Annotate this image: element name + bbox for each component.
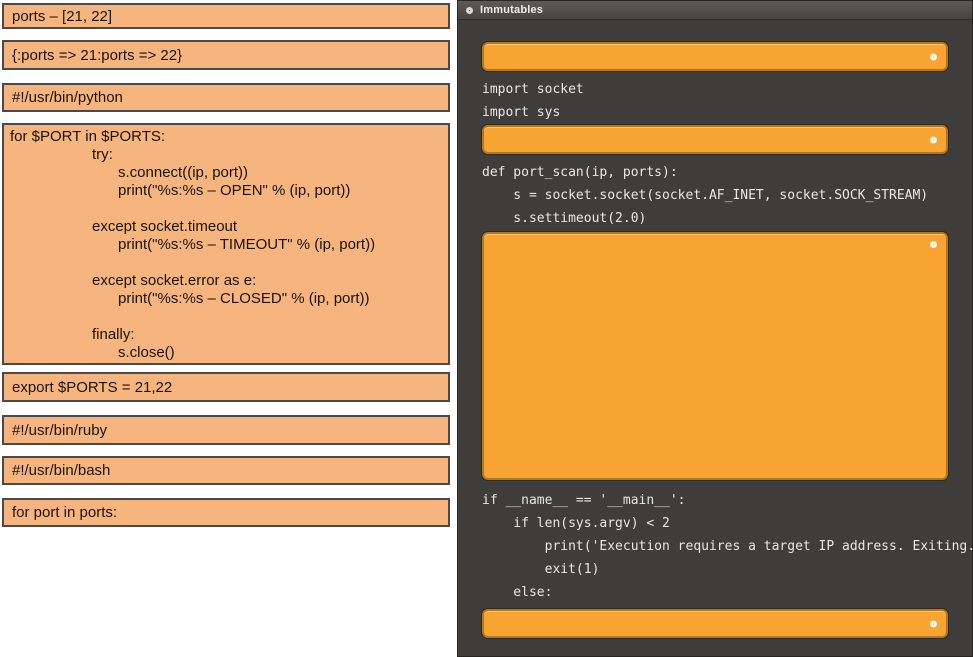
drag-token-shebang-bash[interactable]: #!/usr/bin/bash (2, 456, 450, 485)
blank-line (4, 254, 448, 272)
dropzone-target-icon (930, 53, 937, 60)
code-line-if-name-main: if __name__ == '__main__': (482, 489, 948, 512)
dropzone-target-icon (930, 620, 937, 627)
blank-line (4, 308, 448, 326)
drag-token-for-port[interactable]: for port in ports: (2, 498, 450, 527)
code-line: try: (4, 146, 448, 164)
drag-token-export-ports[interactable]: export $PORTS = 21,22 (2, 372, 450, 402)
code-line: except socket.error as e: (4, 272, 448, 290)
drag-token-shebang-ruby[interactable]: #!/usr/bin/ruby (2, 415, 450, 445)
code-line-def-port-scan: def port_scan(ip, ports): (482, 161, 948, 184)
drag-token-ports-list[interactable]: ports – [21, 22] (2, 3, 450, 29)
dropzone-shebang[interactable] (482, 42, 948, 71)
port-scan-code-block: def port_scan(ip, ports): s = socket.soc… (482, 161, 948, 230)
drag-token-ruby-hash[interactable]: {:ports => 21:ports => 22} (2, 40, 450, 70)
code-line: for $PORT in $PORTS: (4, 128, 448, 146)
imports-code-block: import socket import sys (482, 78, 948, 124)
code-line: print("%s:%s – TIMEOUT" % (ip, port)) (4, 236, 448, 254)
code-line: s.close() (4, 344, 448, 362)
code-line: print("%s:%s – OPEN" % (ip, port)) (4, 182, 448, 200)
code-line-settimeout: s.settimeout(2.0) (482, 207, 948, 230)
code-line-else: else: (482, 581, 948, 604)
panel-title: Immutables (480, 4, 543, 16)
code-line-if-len-argv: if len(sys.argv) < 2 (482, 512, 948, 535)
dropzone-loop-body[interactable] (482, 232, 948, 480)
blank-line (4, 200, 448, 218)
code-line-socket-create: s = socket.socket(socket.AF_INET, socket… (482, 184, 948, 207)
code-line: s.connect((ip, port)) (4, 164, 448, 182)
code-line: print("%s:%s – CLOSED" % (ip, port)) (4, 290, 448, 308)
code-line: except socket.timeout (4, 218, 448, 236)
code-line-exit: exit(1) (482, 558, 948, 581)
drag-token-shebang-python[interactable]: #!/usr/bin/python (2, 83, 450, 112)
dropzone-ports-definition[interactable] (482, 125, 948, 154)
dropzone-target-icon (930, 136, 937, 143)
code-line-import-socket: import socket (482, 78, 948, 101)
drag-token-for-try-block[interactable]: for $PORT in $PORTS: try: s.connect((ip,… (2, 123, 450, 365)
code-line: finally: (4, 326, 448, 344)
main-guard-code-block: if __name__ == '__main__': if len(sys.ar… (482, 489, 948, 604)
drag-drop-question-canvas: ports – [21, 22] {:ports => 21:ports => … (0, 0, 973, 657)
panel-titlebar: Immutables (458, 1, 972, 20)
panel-body: import socket import sys def port_scan(i… (458, 42, 972, 638)
code-line-import-sys: import sys (482, 101, 948, 124)
dropzone-else-body[interactable] (482, 609, 948, 638)
code-line-print-execution: print('Execution requires a target IP ad… (482, 535, 948, 558)
immutables-panel: Immutables import socket import sys def … (457, 0, 973, 657)
window-bullet-icon (466, 7, 473, 14)
dropzone-target-icon (930, 241, 937, 248)
